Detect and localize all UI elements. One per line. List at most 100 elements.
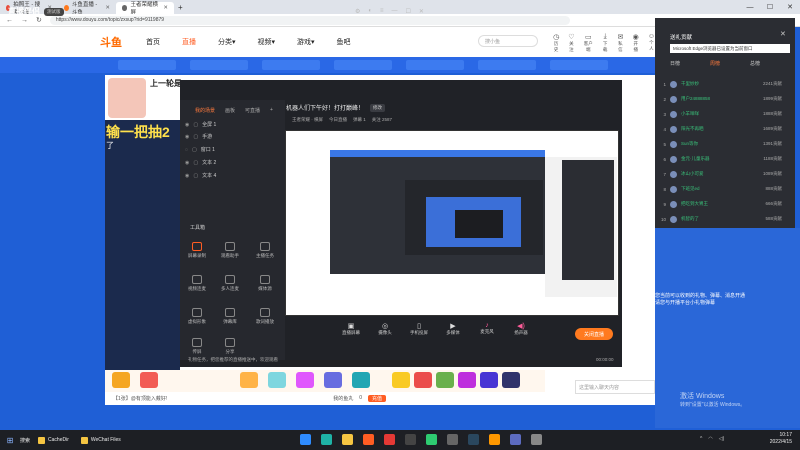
tab-total[interactable]: 总榜 [750, 60, 760, 67]
steam-icon[interactable] [468, 434, 479, 445]
rank-row[interactable]: 4 阳光不再晒 1689贡献 [658, 123, 792, 135]
lock-icon[interactable]: ▢ [193, 173, 198, 179]
menu-home[interactable]: 首页 [146, 37, 160, 47]
tool-avatar[interactable]: 虚拟形象 [182, 308, 212, 325]
close-icon[interactable]: ✕ [780, 30, 786, 38]
banner-pill[interactable] [334, 60, 392, 70]
banner-pill[interactable] [190, 60, 248, 70]
douyu-app-icon[interactable] [363, 434, 374, 445]
tab-board[interactable]: 画板 [225, 107, 235, 114]
settings-icon[interactable]: ⚙ [355, 8, 360, 15]
lock-icon[interactable]: ▢ [192, 147, 197, 153]
browser-tab-3[interactable]: 王者荣耀横屏 ✕ [116, 2, 174, 16]
gift-item[interactable] [296, 372, 314, 388]
tab-live[interactable]: 可直播 [245, 107, 260, 114]
volume-icon[interactable]: ◁) [719, 436, 725, 442]
taskbar-item-wechat-files[interactable]: WeChat Files [80, 436, 121, 444]
search-label[interactable]: 搜索 [20, 437, 30, 444]
rank-row[interactable]: 2 用户24888858 1899贡献 [658, 93, 792, 105]
url-input[interactable]: https://www.douyu.com/topic/zxsup?rid=91… [49, 15, 570, 25]
app-icon[interactable] [447, 434, 458, 445]
gift-item[interactable] [324, 372, 342, 388]
new-tab-button[interactable]: + [178, 3, 183, 12]
maximize-icon[interactable]: ☐ [406, 8, 411, 15]
menu-category[interactable]: 分类▾ [218, 37, 236, 47]
app-icon[interactable] [510, 434, 521, 445]
edit-title-button[interactable]: 修改 [370, 103, 386, 112]
follow-button[interactable]: ♡ 关注 [568, 33, 574, 53]
gift-item[interactable] [414, 372, 432, 388]
taskbar-clock[interactable]: 10:17 2022/4/15 [770, 432, 792, 446]
history-button[interactable]: ◷ 历史 [553, 33, 559, 53]
lock-icon[interactable]: ▢ [193, 134, 198, 140]
lock-icon[interactable]: ▢ [193, 160, 198, 166]
menu-yuba[interactable]: 鱼吧 [337, 37, 351, 47]
tool-video-link[interactable]: 视频连麦 [182, 275, 212, 292]
eye-icon[interactable]: ◌ [185, 147, 188, 153]
eye-icon[interactable]: ◉ [185, 160, 189, 166]
banner-pill[interactable] [262, 60, 320, 70]
tool-danmaku[interactable]: 弹幕库 [215, 308, 245, 325]
scene-item[interactable]: ◉ ▢ 手游 [185, 133, 212, 141]
gift-item[interactable] [480, 372, 498, 388]
stream-player[interactable] [105, 120, 180, 370]
tab-my-scenes[interactable]: 我的场景 [195, 107, 215, 114]
wechat-icon[interactable] [426, 434, 437, 445]
media-button[interactable]: ▶ 多媒体 [442, 322, 464, 336]
camera-button[interactable]: ◎ 摄像头 [374, 322, 396, 336]
banner-pill[interactable] [478, 60, 536, 70]
phone-cast-button[interactable]: ▯ 手机投屏 [408, 322, 430, 336]
scene-item[interactable]: ◉ ▢ 文本 4 [185, 172, 216, 180]
gift-item[interactable] [112, 372, 130, 388]
app-icon[interactable] [489, 434, 500, 445]
speaker-button[interactable]: ◀) 扬声器 [510, 322, 532, 336]
gift-item[interactable] [240, 372, 258, 388]
explorer-icon[interactable] [342, 434, 353, 445]
tool-share[interactable]: 分享 [215, 338, 245, 355]
windows-icon[interactable] [300, 434, 311, 445]
scene-item[interactable]: ◉ ▢ 文本 2 [185, 159, 216, 167]
skin-icon[interactable]: ◐ [368, 8, 372, 15]
lock-icon[interactable]: ▢ [193, 122, 198, 128]
rank-row[interactable]: 10 机智的了 588贡献 [658, 213, 792, 225]
minimize-icon[interactable]: — [392, 8, 398, 15]
banner-pill[interactable] [118, 60, 176, 70]
forward-button[interactable]: → [21, 17, 28, 24]
client-button[interactable]: ▭ 客户端 [584, 33, 593, 53]
chevron-up-icon[interactable]: ^ [700, 436, 702, 442]
eye-icon[interactable]: ◉ [185, 122, 189, 128]
close-window-button[interactable]: ✕ [780, 0, 800, 14]
rank-row[interactable]: 9 把吃到大胃王 666贡献 [658, 198, 792, 210]
screen-capture-button[interactable]: ▣ 直播屏幕 [340, 322, 362, 336]
gift-item[interactable] [268, 372, 286, 388]
scene-item[interactable]: ◌ ▢ 窗口 1 [185, 146, 215, 154]
eye-icon[interactable]: ◉ [185, 134, 189, 140]
mic-button[interactable]: ♪ 麦克风 [476, 322, 498, 336]
tab-daily[interactable]: 日榜 [670, 60, 680, 67]
download-button[interactable]: ⤓ 下载 [602, 33, 608, 53]
tab-weekly[interactable]: 周榜 [710, 60, 720, 67]
chat-input[interactable]: 这里输入聊天内容 [575, 380, 655, 394]
app-icon[interactable] [531, 434, 542, 445]
netease-icon[interactable] [384, 434, 395, 445]
gift-item[interactable] [458, 372, 476, 388]
rank-row[interactable]: 1 千里妙妙 2241贡献 [658, 78, 792, 90]
menu-icon[interactable]: ≡ [380, 8, 384, 15]
rank-row[interactable]: 6 金元·儿童乐器 1188贡献 [658, 153, 792, 165]
profile-button[interactable]: ☺ 个人 [648, 33, 655, 53]
rank-row[interactable]: 8 下班见ed 888贡献 [658, 183, 792, 195]
douyu-logo[interactable]: 斗鱼 [100, 34, 122, 50]
rank-row[interactable]: 7 冰山小可爱 1089贡献 [658, 168, 792, 180]
tool-cast[interactable]: 传屏 [182, 338, 212, 355]
minimize-button[interactable]: — [740, 0, 760, 14]
close-icon[interactable]: ✕ [419, 8, 424, 15]
game-icon[interactable] [405, 434, 416, 445]
recharge-button[interactable]: 充值 [368, 394, 387, 402]
tool-watch-helper[interactable]: 观看助手 [215, 242, 245, 259]
menu-video[interactable]: 视频▾ [258, 37, 276, 47]
tool-screen-record[interactable]: 屏幕录制 [182, 242, 212, 259]
menu-live[interactable]: 直播 [182, 37, 196, 47]
gift-item[interactable] [502, 372, 520, 388]
gift-item[interactable] [436, 372, 454, 388]
tool-multi-link[interactable]: 多人连麦 [215, 275, 245, 292]
